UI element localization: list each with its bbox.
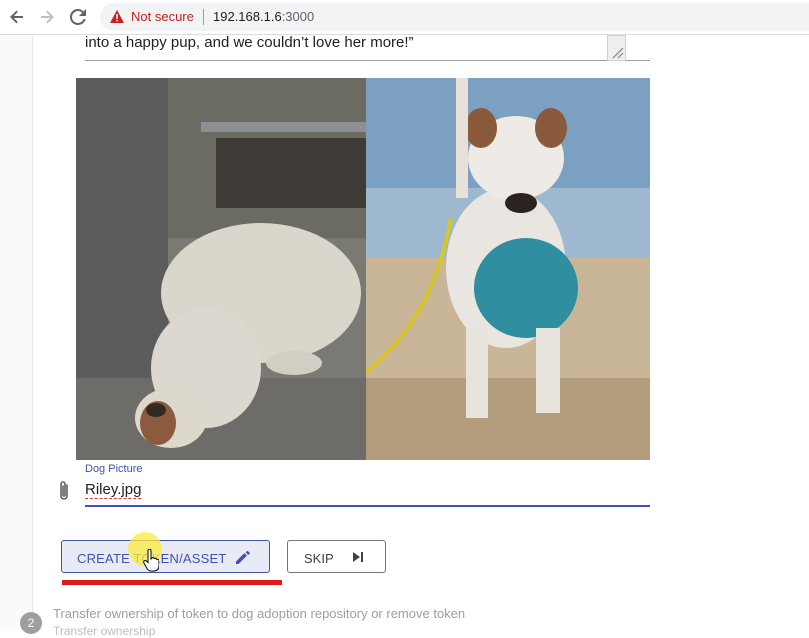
skip-next-icon: [351, 550, 365, 569]
not-secure-label[interactable]: Not secure: [131, 9, 194, 24]
reload-icon[interactable]: [67, 6, 89, 28]
back-arrow-icon[interactable]: [6, 6, 28, 28]
story-textarea[interactable]: into a happy pup, and we couldn’t love h…: [85, 34, 650, 61]
dog-picture-label: Dog Picture: [85, 463, 143, 475]
dog-photo: [76, 78, 650, 460]
url-text[interactable]: 192.168.1.6:3000: [213, 9, 314, 24]
skip-button[interactable]: SKIP: [287, 540, 386, 573]
hand-cursor-icon: [143, 548, 160, 578]
story-text: into a happy pup, and we couldn’t love h…: [85, 34, 414, 51]
address-bar[interactable]: Not secure 192.168.1.6:3000: [100, 3, 809, 31]
dog-photo-after: [366, 78, 650, 460]
file-input-underline: [85, 505, 650, 507]
pencil-icon: [234, 548, 252, 571]
step-number-badge: 2: [20, 612, 42, 634]
create-token-button[interactable]: CREATE TOKEN/ASSET: [61, 540, 270, 573]
paperclip-icon[interactable]: [56, 480, 72, 507]
dog-photo-before: [76, 78, 366, 460]
step-subtitle: Transfer ownership: [53, 624, 156, 638]
skip-label: SKIP: [304, 551, 334, 566]
forward-arrow-icon[interactable]: [36, 6, 58, 28]
file-input[interactable]: Riley.jpg: [85, 482, 142, 499]
textarea-resize-handle[interactable]: [607, 35, 626, 61]
annotation-underline: [62, 580, 282, 585]
warning-icon[interactable]: [110, 10, 124, 28]
browser-toolbar: Not secure 192.168.1.6:3000: [0, 0, 809, 35]
step-title[interactable]: Transfer ownership of token to dog adopt…: [53, 606, 465, 621]
address-divider: [203, 9, 204, 25]
